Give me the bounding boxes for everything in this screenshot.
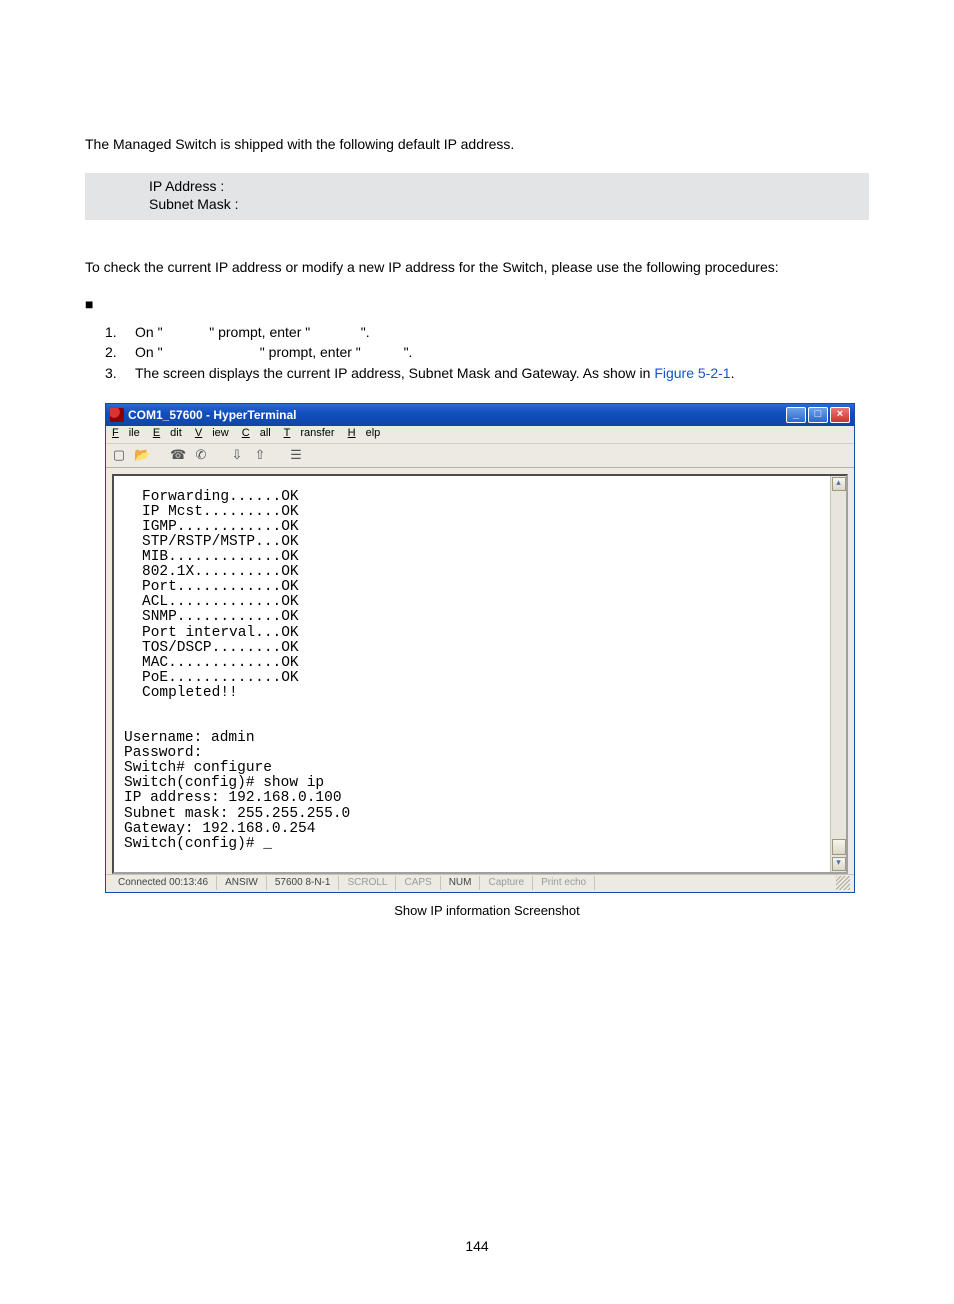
procedure-list: 1. On " " prompt, enter " ". 2. On " " p… (85, 322, 869, 383)
disconnect-icon[interactable]: ✆ (193, 447, 209, 463)
figure-5-2-1: COM1_57600 - HyperTerminal _ □ × File Ed… (105, 403, 869, 918)
menu-transfer[interactable]: Transfer (284, 427, 335, 439)
menu-view[interactable]: View (195, 427, 229, 439)
status-echo: Print echo (533, 876, 595, 890)
menu-edit[interactable]: Edit (153, 427, 182, 439)
menu-call[interactable]: Call (242, 427, 271, 439)
terminal-output: Forwarding......OK IP Mcst.........OK IG… (112, 474, 848, 874)
menubar[interactable]: File Edit View Call Transfer Help (106, 426, 854, 444)
step-number: 3. (105, 363, 135, 383)
app-icon (110, 408, 124, 422)
status-caps: CAPS (396, 876, 440, 890)
new-icon[interactable]: ▢ (111, 447, 127, 463)
toolbar: ▢ 📂 ☎ ✆ ⇩ ⇧ ☰ (106, 444, 854, 468)
vertical-scrollbar[interactable]: ▴ ▾ (830, 476, 846, 872)
info-mask-label: Subnet Mask : (149, 195, 861, 214)
step-1: 1. On " " prompt, enter " ". (85, 322, 869, 342)
procedure-lead: To check the current IP address or modif… (85, 258, 869, 278)
maximize-button[interactable]: □ (808, 407, 828, 423)
menu-help[interactable]: Help (348, 427, 381, 439)
status-capture: Capture (480, 876, 533, 890)
intro-paragraph: The Managed Switch is shipped with the f… (85, 135, 869, 155)
titlebar: COM1_57600 - HyperTerminal _ □ × (106, 404, 854, 426)
resize-grip-icon[interactable] (836, 876, 850, 890)
menu-file[interactable]: File (112, 427, 140, 439)
bullet-show-ip: ■ (85, 296, 869, 312)
statusbar: Connected 00:13:46 ANSIW 57600 8-N-1 SCR… (106, 874, 854, 892)
status-connected: Connected 00:13:46 (110, 876, 217, 890)
step-number: 2. (105, 342, 135, 362)
step-number: 1. (105, 322, 135, 342)
status-scroll: SCROLL (339, 876, 396, 890)
step-3: 3. The screen displays the current IP ad… (85, 363, 869, 383)
connect-icon[interactable]: ☎ (170, 447, 186, 463)
open-icon[interactable]: 📂 (134, 447, 150, 463)
status-emulation: ANSIW (217, 876, 267, 890)
default-ip-box: IP Address : Subnet Mask : (85, 173, 869, 221)
scroll-down-icon[interactable]: ▾ (832, 857, 846, 871)
receive-icon[interactable]: ⇧ (252, 447, 268, 463)
minimize-button[interactable]: _ (786, 407, 806, 423)
status-num: NUM (441, 876, 481, 890)
status-line: 57600 8-N-1 (267, 876, 340, 890)
step-2: 2. On " " prompt, enter " ". (85, 342, 869, 362)
hyperterminal-window: COM1_57600 - HyperTerminal _ □ × File Ed… (105, 403, 855, 893)
properties-icon[interactable]: ☰ (288, 447, 304, 463)
page-number: 144 (85, 1238, 869, 1254)
scroll-up-icon[interactable]: ▴ (832, 477, 846, 491)
scroll-thumb[interactable] (832, 839, 846, 855)
figure-ref-link[interactable]: Figure 5-2-1 (654, 365, 730, 381)
send-icon[interactable]: ⇩ (229, 447, 245, 463)
figure-caption: Show IP information Screenshot (105, 903, 869, 918)
window-title: COM1_57600 - HyperTerminal (128, 408, 297, 422)
info-ip-label: IP Address : (149, 177, 861, 196)
close-button[interactable]: × (830, 407, 850, 423)
